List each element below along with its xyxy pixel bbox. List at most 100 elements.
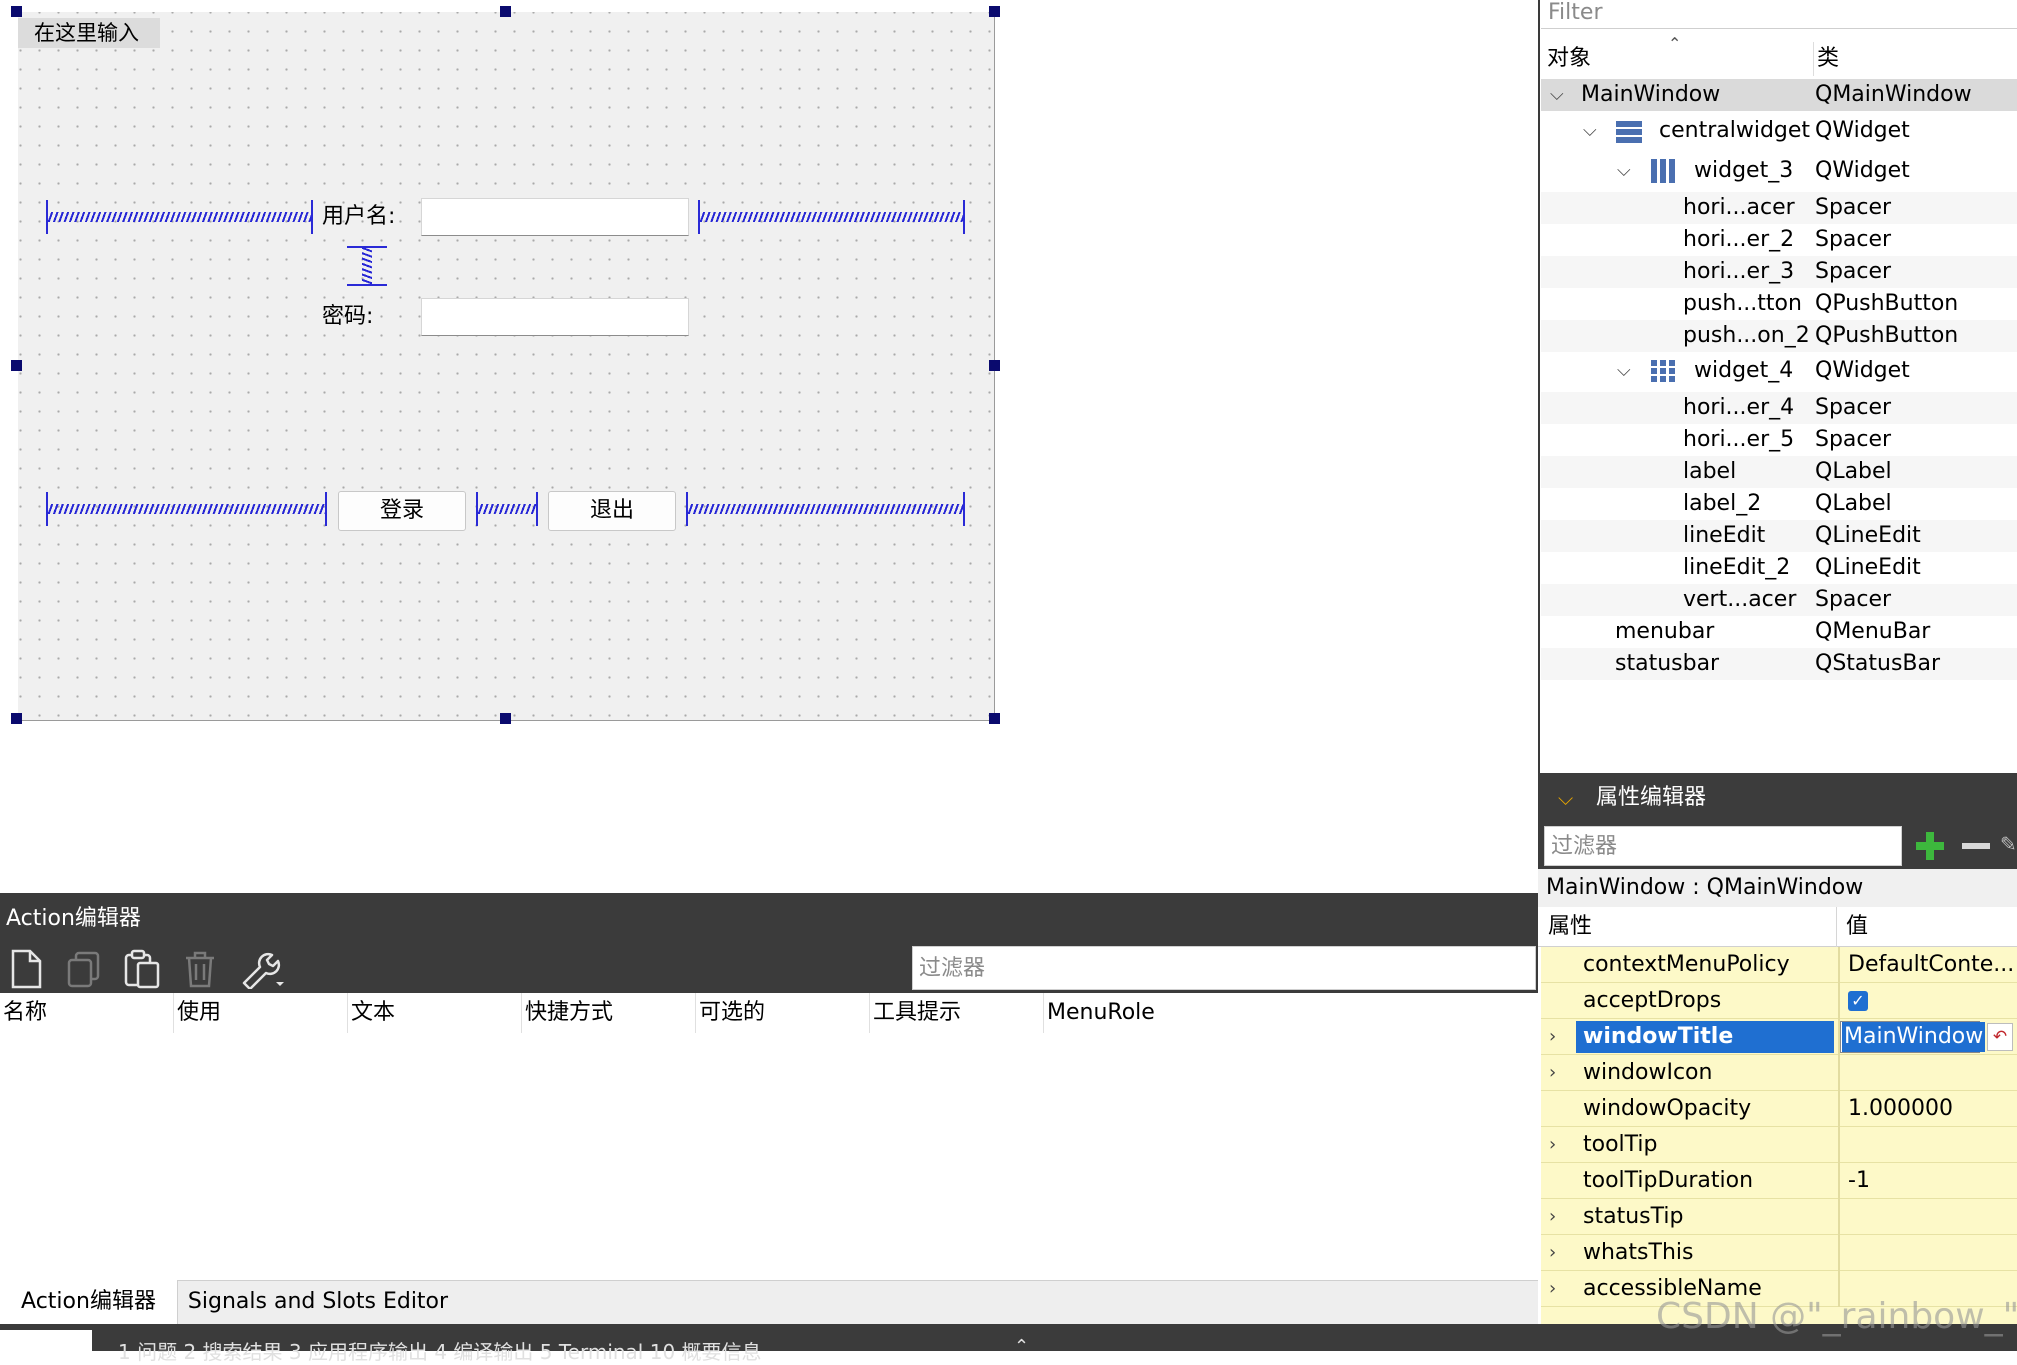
- divider: [1838, 1127, 1840, 1163]
- object-filter-input[interactable]: Filter: [1548, 0, 2008, 26]
- tree-row-name: vert...acer: [1683, 587, 1797, 612]
- exit-button[interactable]: 退出: [548, 491, 676, 531]
- tree-row-menubar[interactable]: menubar QMenuBar: [1541, 616, 2017, 648]
- username-label[interactable]: 用户名:: [322, 200, 395, 234]
- action-table[interactable]: [0, 993, 1538, 1280]
- column-header-value[interactable]: 值: [1846, 907, 1868, 947]
- tree-row-widget-4[interactable]: ⌵ widget_4 QWidget: [1541, 355, 2017, 387]
- tree-row-spacer[interactable]: hori...er_4 Spacer: [1541, 392, 2017, 424]
- column-header-text[interactable]: 文本: [348, 993, 522, 1033]
- column-header-shortcut[interactable]: 快捷方式: [522, 993, 696, 1033]
- paste-action-icon[interactable]: [122, 949, 162, 993]
- menubar-type-here[interactable]: 在这里输入: [18, 18, 160, 48]
- horizontal-spacer-4[interactable]: [46, 200, 313, 234]
- column-header-tooltip[interactable]: 工具提示: [870, 993, 1044, 1033]
- property-row-window-icon[interactable]: › windowIcon: [1541, 1055, 2017, 1091]
- column-header-menu-role[interactable]: MenuRole: [1044, 993, 1344, 1033]
- tree-row-push-button[interactable]: push...tton QPushButton: [1541, 288, 2017, 320]
- tree-row-widget-3[interactable]: ⌵ widget_3 QWidget: [1541, 155, 2017, 187]
- resize-handle-bottom-left[interactable]: [11, 713, 22, 724]
- property-value[interactable]: MainWindow: [1842, 1022, 1986, 1052]
- tree-row-centralwidget[interactable]: ⌵ centralwidget QWidget: [1541, 115, 2017, 147]
- property-row-context-menu-policy[interactable]: contextMenuPolicy DefaultConte...: [1541, 947, 2017, 983]
- property-value[interactable]: 1.000000: [1848, 1091, 1953, 1127]
- username-line-edit[interactable]: [421, 198, 689, 236]
- chevron-down-icon[interactable]: ⌵: [1617, 155, 1631, 187]
- tree-row-line-edit-2[interactable]: lineEdit_2 QLineEdit: [1541, 552, 2017, 584]
- property-row-tool-tip[interactable]: › toolTip: [1541, 1127, 2017, 1163]
- resize-handle-bottom[interactable]: [500, 713, 511, 724]
- chevron-right-icon[interactable]: ›: [1549, 1271, 1556, 1307]
- column-header-class[interactable]: 类: [1813, 42, 1839, 76]
- tree-row-spacer[interactable]: hori...acer Spacer: [1541, 192, 2017, 224]
- delete-action-icon[interactable]: [180, 949, 220, 993]
- new-action-icon[interactable]: [8, 949, 44, 993]
- chevron-right-icon[interactable]: ›: [1549, 1199, 1556, 1235]
- tree-row-vertical-spacer[interactable]: vert...acer Spacer: [1541, 584, 2017, 616]
- chevron-right-icon[interactable]: ›: [1549, 1235, 1556, 1271]
- property-value[interactable]: -1: [1848, 1163, 1870, 1199]
- tree-row-spacer[interactable]: hori...er_5 Spacer: [1541, 424, 2017, 456]
- tree-row-name: widget_3: [1694, 158, 1794, 183]
- chevron-up-icon[interactable]: ⌃: [1014, 1336, 1029, 1357]
- tree-row-line-edit[interactable]: lineEdit QLineEdit: [1541, 520, 2017, 552]
- remove-property-icon[interactable]: [1958, 826, 1994, 866]
- column-header-checkable[interactable]: 可选的: [696, 993, 870, 1033]
- chevron-right-icon[interactable]: ›: [1549, 1019, 1556, 1055]
- horizontal-spacer-1[interactable]: [46, 492, 327, 526]
- tree-row-label-2[interactable]: label_2 QLabel: [1541, 488, 2017, 520]
- configure-icon[interactable]: ✎: [2000, 832, 2017, 862]
- horizontal-spacer-2[interactable]: [476, 492, 538, 526]
- tab-signals-slots-editor[interactable]: Signals and Slots Editor: [178, 1280, 458, 1324]
- chevron-down-icon[interactable]: ⌵: [1583, 115, 1597, 147]
- horizontal-spacer-3[interactable]: [686, 492, 965, 526]
- copy-action-icon[interactable]: [64, 949, 104, 993]
- resize-handle-right[interactable]: [989, 360, 1000, 371]
- tree-row-spacer[interactable]: hori...er_3 Spacer: [1541, 256, 2017, 288]
- column-header-used[interactable]: 使用: [174, 993, 348, 1033]
- tree-row-label[interactable]: label QLabel: [1541, 456, 2017, 488]
- add-property-icon[interactable]: [1910, 826, 1950, 866]
- accept-drops-checkbox[interactable]: ✓: [1848, 991, 1868, 1011]
- tree-row-push-button-2[interactable]: push...on_2 QPushButton: [1541, 320, 2017, 352]
- locator-input[interactable]: [0, 1330, 92, 1351]
- resize-handle-top-right[interactable]: [989, 6, 1000, 17]
- chevron-right-icon[interactable]: ›: [1549, 1055, 1556, 1091]
- column-header-object[interactable]: 对象: [1547, 42, 1591, 76]
- property-editor-title-bar[interactable]: ⌵ 属性编辑器: [1538, 773, 2017, 823]
- tab-action-editor[interactable]: Action编辑器: [0, 1280, 178, 1324]
- vertical-spacer[interactable]: [347, 246, 387, 286]
- property-row-status-tip[interactable]: › statusTip: [1541, 1199, 2017, 1235]
- tree-row-statusbar[interactable]: statusbar QStatusBar: [1541, 648, 2017, 680]
- action-filter-input[interactable]: 过滤器: [912, 946, 1536, 990]
- property-row-window-opacity[interactable]: windowOpacity 1.000000: [1541, 1091, 2017, 1127]
- chevron-down-icon[interactable]: ⌵: [1550, 79, 1564, 111]
- column-header-name[interactable]: 名称: [0, 993, 174, 1033]
- resize-handle-left[interactable]: [11, 360, 22, 371]
- login-button[interactable]: 登录: [338, 491, 466, 531]
- chevron-down-icon[interactable]: ⌵: [1558, 773, 1573, 823]
- chevron-down-icon[interactable]: ⌵: [1617, 355, 1631, 387]
- chevron-right-icon[interactable]: ›: [1549, 1127, 1556, 1163]
- password-line-edit[interactable]: [421, 298, 689, 336]
- resize-handle-top-left[interactable]: [11, 6, 22, 17]
- tree-row-mainwindow[interactable]: ⌵ MainWindow QMainWindow: [1541, 79, 2017, 111]
- column-header-property[interactable]: 属性: [1548, 907, 1592, 947]
- tree-row-spacer[interactable]: hori...er_2 Spacer: [1541, 224, 2017, 256]
- main-window-form[interactable]: [18, 12, 995, 721]
- tree-row-class: Spacer: [1815, 195, 1892, 220]
- wrench-settings-icon[interactable]: [238, 949, 284, 993]
- property-row-whats-this[interactable]: › whatsThis: [1541, 1235, 2017, 1271]
- resize-handle-top[interactable]: [500, 6, 511, 17]
- reset-icon[interactable]: ↶: [1987, 1023, 2013, 1051]
- resize-handle-bottom-right[interactable]: [989, 713, 1000, 724]
- horizontal-spacer-5[interactable]: [698, 200, 965, 234]
- property-row-window-title[interactable]: › windowTitle MainWindow ↶: [1541, 1019, 2017, 1055]
- property-row-accept-drops[interactable]: acceptDrops ✓: [1541, 983, 2017, 1019]
- property-row-tool-tip-duration[interactable]: toolTipDuration -1: [1541, 1163, 2017, 1199]
- divider: [1838, 1055, 1840, 1091]
- property-value[interactable]: DefaultConte...: [1848, 947, 2014, 983]
- password-label[interactable]: 密码:: [322, 300, 373, 334]
- property-filter-input[interactable]: 过滤器: [1544, 826, 1902, 866]
- property-name: windowIcon: [1583, 1060, 1713, 1085]
